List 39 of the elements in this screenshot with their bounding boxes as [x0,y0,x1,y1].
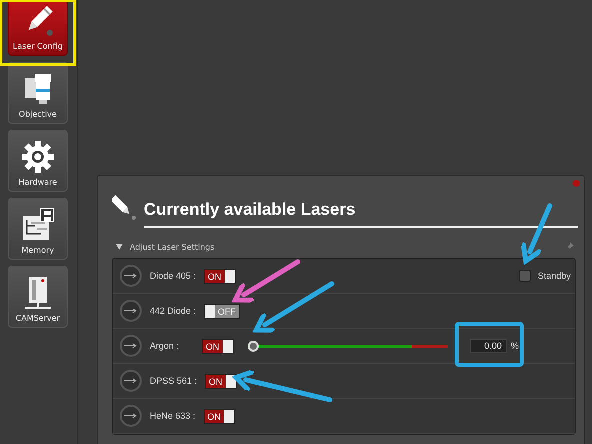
arrow-icon [124,413,138,419]
on-off-switch[interactable]: ON [202,338,234,354]
arrow-icon [124,273,138,279]
laser-button[interactable] [120,370,142,392]
nav-button[interactable]: Memory [8,198,68,260]
annotation-arrow [520,204,552,264]
standby-label: Standby [538,271,571,281]
arrow-icon [124,308,138,314]
laser-name: 442 Diode : [150,306,196,316]
nav-button[interactable]: Hardware [8,130,68,192]
pencil-icon [112,194,138,222]
laser-name: DPSS 561 : [150,376,198,386]
arrow-icon [124,378,138,384]
annotation-arrow [232,260,300,303]
unit-label: % [511,341,520,351]
arrow-icon [124,343,138,349]
laser-name: Diode 405 : [150,271,196,281]
laser-button[interactable] [120,405,142,427]
standby-checkbox[interactable] [518,270,531,282]
laser-name: HeNe 633 : [150,411,196,421]
nav-button[interactable]: CAMServer [8,266,68,328]
panel-title: Currently available Lasers [144,200,578,228]
laser-button[interactable] [120,265,142,287]
gear-icon [21,140,55,174]
slider-thumb[interactable] [248,340,258,352]
laser-name: Argon : [150,341,180,351]
highlight-frame [455,322,524,367]
section-toggle[interactable]: Adjust Laser Settings [116,242,215,252]
caret-icon [116,244,123,250]
nav-button[interactable]: Objective [8,62,68,124]
nav-button[interactable]: Laser Config [8,0,68,56]
on-off-switch[interactable]: ON [205,374,237,388]
power-field[interactable]: 0.00 [470,339,508,353]
memory-icon [21,208,55,242]
error-icon [573,180,580,187]
laser-button[interactable] [120,335,142,357]
laser-button[interactable] [120,300,142,322]
on-off-switch[interactable]: ON [204,408,236,424]
on-off-switch[interactable]: ON [204,268,236,284]
